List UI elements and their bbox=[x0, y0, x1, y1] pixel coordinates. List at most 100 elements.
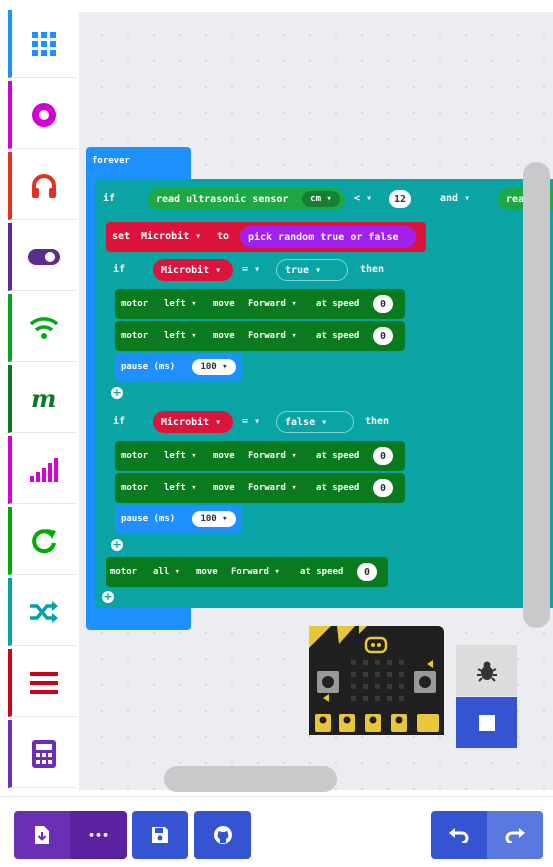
category-logic[interactable] bbox=[8, 578, 76, 646]
category-sensors[interactable] bbox=[8, 436, 76, 504]
undo-button[interactable] bbox=[431, 811, 487, 859]
undo-icon bbox=[449, 828, 469, 843]
equals-operator-1[interactable]: = ▾ bbox=[242, 263, 260, 277]
toolbox-sidebar: m bbox=[0, 0, 78, 790]
category-variables[interactable] bbox=[8, 649, 76, 717]
and-operator-dropdown[interactable]: and ▾ bbox=[440, 192, 470, 206]
list-icon bbox=[30, 671, 58, 694]
redo-button[interactable] bbox=[487, 811, 543, 859]
false-dropdown[interactable]: false ▾ bbox=[276, 411, 354, 433]
if-keyword-outer: if bbox=[103, 193, 116, 204]
set-keyword: set bbox=[112, 231, 131, 242]
direction-dropdown-1[interactable]: Forward ▾ bbox=[248, 297, 297, 311]
motor-keyword-1: motor bbox=[121, 299, 149, 309]
pause-value-dropdown-2[interactable]: 100 ▾ bbox=[192, 511, 236, 527]
horizontal-scrollbar[interactable] bbox=[164, 766, 337, 792]
add-else-button-outer[interactable]: + bbox=[102, 591, 114, 603]
move-keyword-4: move bbox=[213, 483, 235, 493]
bug-icon bbox=[476, 661, 497, 682]
motor-side-dropdown-2[interactable]: left ▾ bbox=[164, 329, 197, 343]
loop-icon bbox=[32, 528, 56, 553]
second-condition-label: rea bbox=[506, 193, 525, 205]
microbit-simulator[interactable] bbox=[309, 626, 444, 735]
compare-operator-dropdown[interactable]: < ▾ bbox=[354, 192, 372, 206]
true-dropdown[interactable]: true ▾ bbox=[276, 259, 348, 281]
unit-dropdown[interactable]: cm ▾ bbox=[302, 191, 340, 207]
direction-dropdown-2[interactable]: Forward ▾ bbox=[248, 329, 297, 343]
add-else-button-2[interactable]: + bbox=[111, 539, 123, 551]
stop-simulator-button[interactable] bbox=[456, 697, 517, 748]
maqueen-icon: m bbox=[31, 388, 56, 410]
variable-dropdown-set[interactable]: Microbit ▾ bbox=[141, 230, 201, 244]
redo-icon bbox=[505, 828, 525, 843]
category-led[interactable] bbox=[8, 223, 76, 291]
speed-input-2[interactable]: 0 bbox=[373, 327, 393, 345]
stop-icon bbox=[478, 714, 495, 731]
debug-button[interactable] bbox=[456, 645, 517, 696]
at-speed-keyword-5: at speed bbox=[300, 567, 344, 577]
pick-random-label: pick random true or false bbox=[248, 231, 399, 243]
if-keyword-true: if bbox=[113, 264, 126, 275]
direction-dropdown-3[interactable]: Forward ▾ bbox=[248, 449, 297, 463]
ultrasonic-sensor-label: read ultrasonic sensor bbox=[156, 193, 289, 205]
plus-icon: + bbox=[103, 590, 113, 603]
category-music[interactable] bbox=[8, 152, 76, 220]
pause-label-1: pause (ms) bbox=[121, 362, 176, 372]
speed-input-3[interactable]: 0 bbox=[373, 447, 393, 465]
category-math[interactable] bbox=[8, 720, 76, 788]
direction-dropdown-4[interactable]: Forward ▾ bbox=[248, 481, 297, 495]
save-button[interactable] bbox=[132, 811, 188, 859]
grid-icon bbox=[32, 31, 56, 56]
motor-keyword-2: motor bbox=[121, 331, 149, 341]
category-input[interactable] bbox=[8, 81, 76, 149]
at-speed-keyword-3: at speed bbox=[316, 451, 360, 461]
motor-side-dropdown-1[interactable]: left ▾ bbox=[164, 297, 197, 311]
plus-icon: + bbox=[112, 386, 122, 399]
microbit-board-icon bbox=[309, 626, 444, 735]
github-icon bbox=[213, 826, 232, 844]
shuffle-icon bbox=[30, 600, 58, 623]
speed-input-1[interactable]: 0 bbox=[373, 295, 393, 313]
wifi-icon bbox=[29, 316, 59, 339]
speed-input-5[interactable]: 0 bbox=[357, 563, 377, 581]
vertical-scrollbar[interactable] bbox=[523, 162, 550, 628]
motor-side-dropdown-5[interactable]: all ▾ bbox=[153, 565, 180, 579]
motor-side-dropdown-3[interactable]: left ▾ bbox=[164, 449, 197, 463]
distance-value-input[interactable]: 12 bbox=[389, 190, 411, 208]
then-keyword-2: then bbox=[365, 416, 390, 427]
equals-operator-2[interactable]: = ▾ bbox=[242, 415, 260, 429]
save-icon bbox=[152, 827, 168, 843]
category-loops[interactable] bbox=[8, 507, 76, 575]
category-basic[interactable] bbox=[8, 10, 76, 78]
at-speed-keyword-4: at speed bbox=[316, 483, 360, 493]
microbit-variable-pill-2[interactable]: Microbit ▾ bbox=[153, 411, 233, 433]
more-options-button[interactable]: ••• bbox=[70, 811, 127, 859]
move-keyword-3: move bbox=[213, 451, 235, 461]
github-button[interactable] bbox=[194, 811, 251, 859]
svg-text:m: m bbox=[31, 388, 56, 410]
calculator-icon bbox=[32, 739, 56, 768]
category-maqueen[interactable]: m bbox=[8, 365, 76, 433]
microbit-variable-pill-1[interactable]: Microbit ▾ bbox=[153, 259, 233, 281]
pause-value-dropdown-1[interactable]: 100 ▾ bbox=[192, 359, 236, 375]
move-keyword-5: move bbox=[196, 567, 218, 577]
pick-random-boolean-block[interactable]: pick random true or false bbox=[240, 226, 416, 248]
plus-icon: + bbox=[112, 538, 122, 551]
category-radio[interactable] bbox=[8, 294, 76, 362]
then-keyword-1: then bbox=[360, 264, 385, 275]
add-else-button-1[interactable]: + bbox=[111, 387, 123, 399]
more-label: ••• bbox=[87, 828, 110, 842]
signal-bars-icon bbox=[30, 457, 58, 482]
speed-input-4[interactable]: 0 bbox=[373, 479, 393, 497]
if-keyword-false: if bbox=[113, 416, 126, 427]
at-speed-keyword-1: at speed bbox=[316, 299, 360, 309]
direction-dropdown-5[interactable]: Forward ▾ bbox=[231, 565, 280, 579]
download-icon bbox=[35, 826, 49, 844]
move-keyword-1: move bbox=[213, 299, 235, 309]
forever-label: forever bbox=[92, 156, 130, 166]
circle-icon bbox=[32, 102, 56, 127]
download-button[interactable] bbox=[14, 811, 70, 859]
to-keyword: to bbox=[217, 231, 230, 242]
motor-side-dropdown-4[interactable]: left ▾ bbox=[164, 481, 197, 495]
motor-keyword-5: motor bbox=[110, 567, 138, 577]
